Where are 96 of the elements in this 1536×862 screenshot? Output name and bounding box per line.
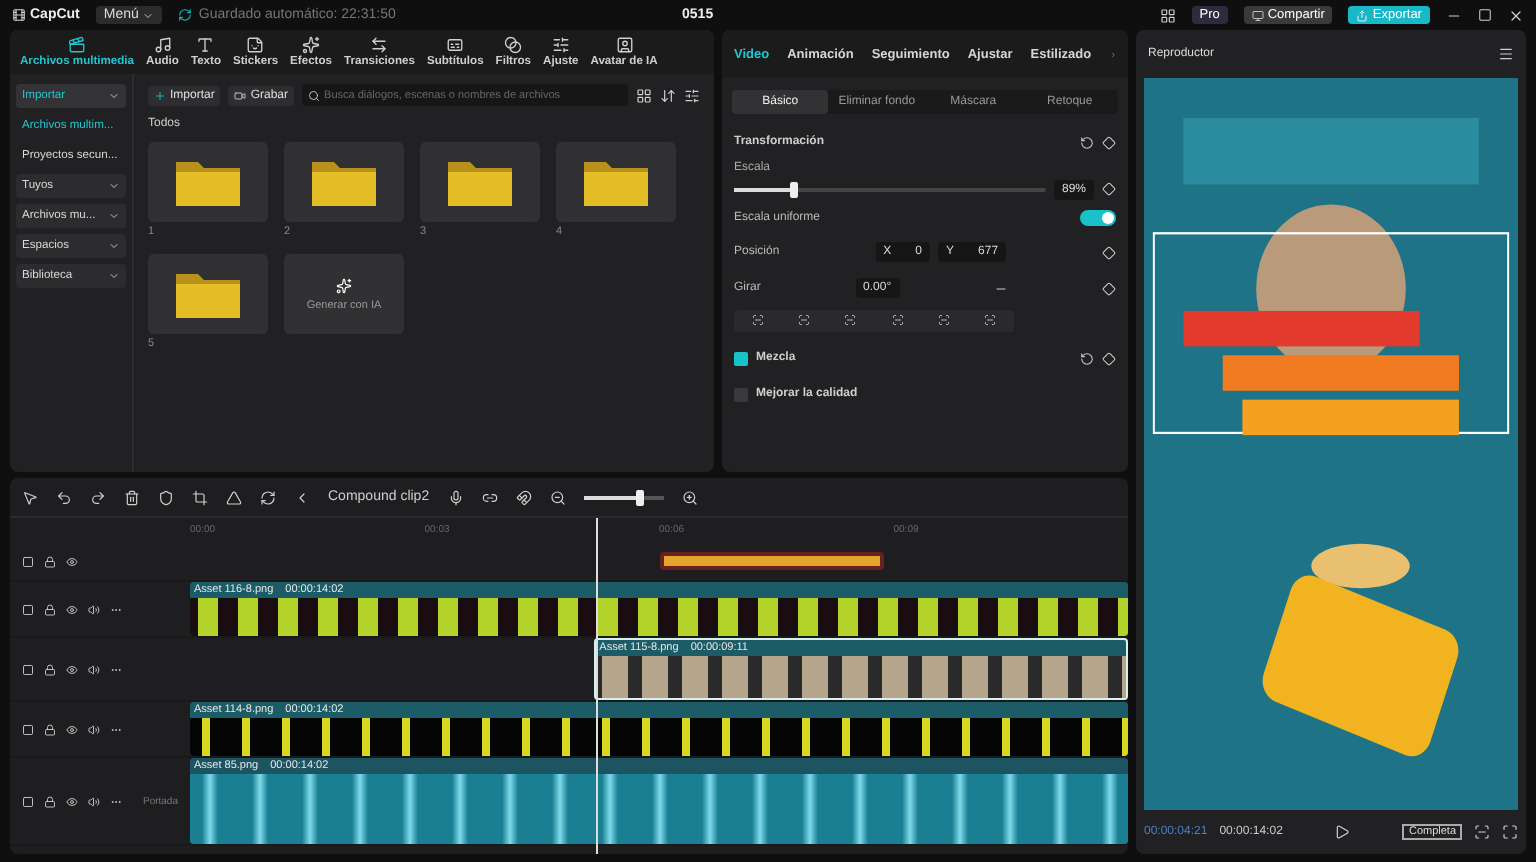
screenshot-icon[interactable]	[1474, 824, 1491, 840]
folder-icon	[448, 158, 512, 206]
tab-icon	[551, 36, 570, 54]
align-icon	[891, 313, 904, 325]
track-icon	[22, 663, 34, 675]
upload-icon	[1356, 9, 1369, 21]
triangle-icon[interactable]	[226, 489, 242, 505]
folder-icon	[176, 158, 240, 206]
refresh-icon[interactable]	[260, 489, 276, 505]
tab-icon	[446, 36, 465, 54]
tab-icon	[246, 36, 265, 54]
tab-icon	[370, 36, 389, 54]
tab-icon	[153, 36, 172, 54]
eye-icon[interactable]	[66, 555, 78, 567]
enhance-checkbox[interactable]	[734, 387, 748, 401]
align-icon	[937, 313, 950, 325]
track-icon	[22, 555, 34, 567]
effect-clip[interactable]	[659, 552, 885, 570]
maximize-icon[interactable]	[1477, 8, 1492, 22]
fullscreen-icon[interactable]	[1502, 824, 1519, 840]
reset-icon[interactable]	[1080, 135, 1094, 149]
mic-icon[interactable]	[447, 489, 464, 505]
align-icon	[984, 313, 997, 325]
undo-icon[interactable]	[56, 489, 72, 505]
eye-icon[interactable]	[66, 795, 78, 807]
menu-icon[interactable]	[1498, 46, 1514, 62]
speaker-icon[interactable]	[88, 663, 100, 675]
sort-icon[interactable]	[660, 87, 676, 103]
speaker-icon[interactable]	[88, 723, 100, 735]
sparkle-icon	[336, 277, 352, 293]
caret-icon	[142, 9, 155, 21]
lock-icon[interactable]	[44, 603, 56, 615]
eye-icon[interactable]	[66, 663, 78, 675]
shield-icon[interactable]	[158, 489, 174, 505]
caret-icon	[108, 90, 120, 102]
link-icon[interactable]	[481, 489, 498, 505]
logo-icon	[12, 8, 26, 22]
align-icon	[751, 313, 764, 325]
pointer-icon[interactable]	[22, 489, 38, 505]
crop-icon[interactable]	[192, 489, 208, 505]
caret-icon	[108, 270, 120, 282]
play-icon[interactable]	[1334, 824, 1351, 840]
redo-icon[interactable]	[90, 489, 106, 505]
keyframe-icon[interactable]	[1102, 182, 1116, 196]
keyframe-icon[interactable]	[1101, 245, 1116, 259]
delete-icon[interactable]	[124, 489, 140, 505]
folder-tile[interactable]	[556, 142, 676, 222]
caret-icon	[108, 210, 120, 222]
lock-icon[interactable]	[44, 663, 56, 675]
blend-checkbox[interactable]	[734, 351, 748, 365]
slider-thumb[interactable]	[635, 489, 644, 505]
folder-tile[interactable]	[420, 142, 540, 222]
folder-icon	[176, 270, 240, 318]
zoom-out-icon[interactable]	[549, 489, 566, 505]
layout-icon[interactable]	[1159, 7, 1176, 23]
folder-tile[interactable]	[148, 142, 268, 222]
folder-icon	[584, 158, 648, 206]
tab-icon	[504, 36, 523, 54]
plus-icon	[154, 89, 166, 101]
search-icon	[308, 89, 321, 101]
tab-icon	[615, 36, 634, 54]
keyframe-icon[interactable]	[1102, 351, 1116, 365]
speaker-icon[interactable]	[88, 795, 100, 807]
uniform-scale-toggle[interactable]	[1080, 210, 1116, 226]
track-icon	[22, 795, 34, 807]
close-icon[interactable]	[1507, 7, 1524, 23]
track-icon	[22, 603, 34, 615]
filter-icon[interactable]	[684, 87, 700, 103]
screen-icon	[1251, 9, 1264, 21]
keyframe-icon[interactable]	[1102, 135, 1116, 149]
lock-icon[interactable]	[44, 723, 56, 735]
lock-icon[interactable]	[44, 555, 56, 567]
speaker-icon[interactable]	[88, 603, 100, 615]
grid-icon[interactable]	[636, 87, 652, 103]
align-toolbar[interactable]	[734, 310, 1014, 332]
folder-icon	[312, 158, 376, 206]
caret-icon	[108, 180, 120, 192]
track-icon	[22, 723, 34, 735]
eye-icon[interactable]	[66, 723, 78, 735]
align-icon	[844, 313, 857, 325]
tab-icon	[302, 36, 321, 54]
tab-icon	[68, 36, 87, 54]
keyframe-icon[interactable]	[1101, 281, 1116, 295]
eye-icon[interactable]	[66, 603, 78, 615]
zoom-in-icon[interactable]	[681, 489, 698, 505]
reset-icon[interactable]	[1080, 351, 1094, 365]
tab-icon	[196, 36, 215, 54]
magnet-icon[interactable]	[515, 489, 532, 505]
camera-icon	[234, 89, 247, 101]
folder-tile[interactable]	[148, 254, 268, 334]
caret-icon	[108, 240, 120, 252]
back-icon[interactable]	[294, 489, 310, 505]
folder-tile[interactable]	[284, 142, 404, 222]
align-icon	[797, 313, 810, 325]
saved-icon	[178, 8, 193, 22]
lock-icon[interactable]	[44, 795, 56, 807]
